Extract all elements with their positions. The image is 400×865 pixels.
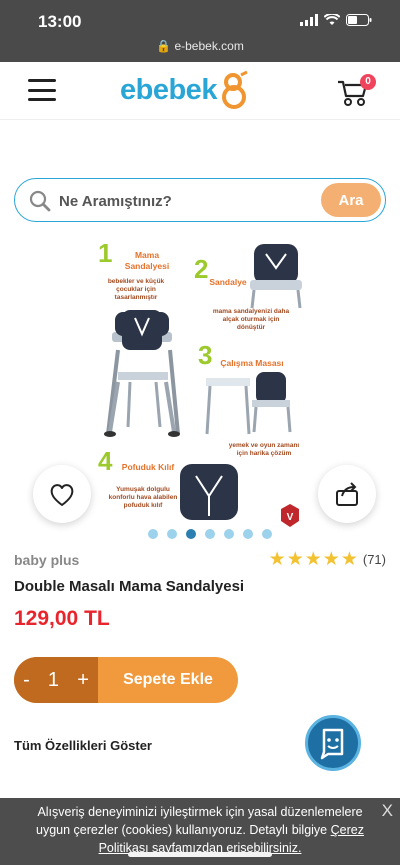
- gallery-pagination: [148, 529, 272, 539]
- decrease-button[interactable]: -: [23, 669, 30, 692]
- step-title: Çalışma Masası: [220, 358, 284, 368]
- rating-count: (71): [362, 552, 386, 567]
- rating[interactable]: ★ ★ ★ ★ ★ (71): [269, 550, 386, 569]
- brand-name[interactable]: baby plus: [14, 552, 79, 568]
- pagination-dot[interactable]: [148, 529, 158, 539]
- pagination-dot[interactable]: [205, 529, 215, 539]
- pagination-dot[interactable]: [167, 529, 177, 539]
- chat-button[interactable]: [305, 715, 361, 771]
- search-bar: Ara: [14, 178, 386, 222]
- favorite-button[interactable]: [33, 465, 91, 523]
- share-icon: [336, 482, 358, 506]
- quantity-value[interactable]: 1: [48, 669, 59, 692]
- clock: 13:00: [38, 12, 82, 31]
- cart-button[interactable]: 0: [336, 74, 376, 108]
- step-number: 3: [198, 340, 213, 370]
- step-desc: yemek ve oyun zamanı için harika çözüm: [228, 442, 300, 457]
- step-desc: mama sandalyenizi daha alçak oturmak içi…: [212, 308, 290, 331]
- chat-face-icon: [320, 728, 344, 760]
- product-name: Double Masalı Mama Sandalyesi: [14, 578, 245, 595]
- pagination-dot[interactable]: [224, 529, 234, 539]
- logo-mark-icon: [221, 70, 248, 109]
- battery-icon: [346, 14, 372, 26]
- pagination-dot[interactable]: [243, 529, 253, 539]
- search-button[interactable]: Ara: [321, 183, 381, 217]
- search-input[interactable]: [59, 188, 309, 214]
- site-header: ebebek 0: [0, 62, 400, 120]
- home-indicator: [128, 852, 272, 857]
- step-title: Pofuduk Kılıf: [121, 462, 175, 472]
- logo-text: ebebek: [120, 73, 217, 106]
- add-to-cart-control: - 1 + Sepete Ekle: [14, 657, 238, 703]
- product-price: 129,00 TL: [14, 607, 110, 630]
- status-bar: 13:00 🔒 e-bebek.com: [0, 0, 400, 62]
- wifi-icon: [324, 14, 340, 25]
- add-to-cart-button[interactable]: Sepete Ekle: [98, 657, 238, 703]
- pagination-dot[interactable]: [262, 529, 272, 539]
- star-icon: ★: [286, 549, 304, 570]
- menu-icon[interactable]: [28, 79, 56, 101]
- cart-count-badge: 0: [360, 74, 376, 90]
- url-bar[interactable]: 🔒 e-bebek.com: [0, 39, 400, 53]
- cookie-text: Alışveriş deneyiminizi iyileştirmek için…: [36, 805, 363, 837]
- increase-button[interactable]: +: [77, 669, 89, 692]
- search-icon: [29, 190, 51, 212]
- step-title: Sandalye: [209, 277, 247, 287]
- step-number: 1: [98, 238, 113, 268]
- step-desc: Yumuşak dolgulu konforlu hava alabilen p…: [108, 486, 178, 509]
- pagination-dot[interactable]: [186, 529, 196, 539]
- step-number: 4: [98, 446, 113, 476]
- step-desc: bebekler ve küçük çocuklar için tasarlan…: [107, 278, 165, 301]
- quantity-stepper: - 1 +: [14, 657, 98, 703]
- signal-icon: [300, 14, 318, 26]
- star-icon: ★: [340, 549, 358, 570]
- share-button[interactable]: [318, 465, 376, 523]
- star-icon: ★: [322, 549, 340, 570]
- close-icon[interactable]: X: [382, 802, 393, 820]
- cookie-banner: Alışveriş deneyiminizi iyileştirmek için…: [0, 798, 400, 865]
- logo[interactable]: ebebek: [120, 70, 253, 110]
- all-features-link[interactable]: Tüm Özellikleri Göster: [14, 738, 152, 753]
- heart-icon: [50, 484, 74, 506]
- svg-text:V: V: [287, 512, 294, 523]
- step-title: Mama Sandalyesi: [124, 250, 170, 271]
- star-icon: ★: [304, 549, 322, 570]
- url-text: e-bebek.com: [174, 39, 244, 53]
- status-icons: [300, 14, 372, 26]
- star-icon: ★: [268, 549, 286, 570]
